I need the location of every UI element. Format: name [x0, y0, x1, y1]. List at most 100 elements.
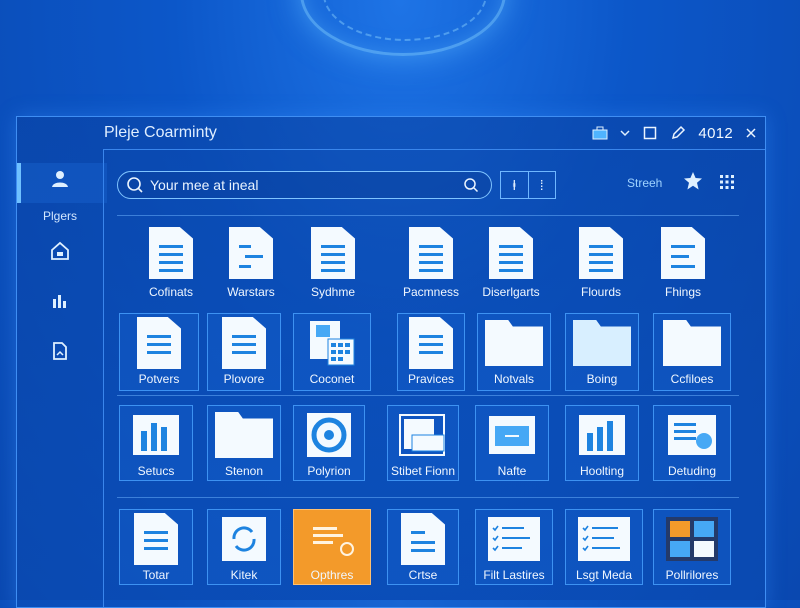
file-tile[interactable]: Nafte	[475, 405, 549, 481]
spreadsheet-icon	[310, 321, 355, 366]
file-tile-label: Crtse	[408, 568, 438, 582]
view-toggle-button-2[interactable]: ⁞	[529, 172, 556, 198]
file-tile-label: Pacmness	[402, 285, 460, 299]
file-tile-label: Pravices	[407, 372, 454, 386]
file-tile-label: Fhings	[664, 285, 702, 299]
file-tile[interactable]: Hoolting	[565, 405, 639, 481]
file-tile-label: Lsgt Meda	[575, 568, 633, 582]
file-tile-label: Nafte	[497, 464, 527, 478]
sidebar: Plgers	[17, 149, 107, 607]
file-tile[interactable]: Flourds	[563, 227, 639, 305]
view-toggle-group: ⱡ ⁞	[500, 171, 556, 199]
file-tile-label: Hoolting	[579, 464, 625, 478]
grid-view-icon[interactable]	[719, 174, 735, 190]
sidebar-item-label: Plgers	[42, 209, 77, 223]
window-title: Pleje Coarminty	[104, 124, 217, 141]
counter-value: 4012	[698, 124, 733, 142]
document-icon	[579, 227, 623, 279]
file-tile-highlighted[interactable]: Opthres	[293, 509, 371, 585]
sidebar-item-chart[interactable]	[17, 291, 103, 316]
file-tile[interactable]: Warstars	[213, 227, 289, 305]
divider	[117, 395, 739, 396]
file-tile[interactable]: Pravices	[397, 313, 465, 391]
document-stack-icon	[668, 415, 716, 455]
file-tile-label: Filt Lastires	[483, 568, 545, 582]
image-icon	[489, 416, 535, 454]
file-tile[interactable]: Detuding	[653, 405, 731, 481]
settings-doc-icon	[313, 527, 354, 556]
document-icon	[409, 317, 453, 369]
search-field[interactable]: Your mee at ineal	[117, 171, 492, 199]
file-tile[interactable]: Fhings	[645, 227, 721, 305]
file-tile-label: Pollrilores	[665, 568, 719, 582]
file-tile[interactable]: Kitek	[207, 509, 281, 585]
file-tile-label: Boing	[586, 372, 618, 386]
file-tile[interactable]: Cofinats	[133, 227, 209, 305]
chevron-down-icon[interactable]	[620, 125, 630, 141]
titlebar-controls: 4012	[592, 125, 757, 142]
sidebar-item-home[interactable]	[17, 241, 103, 266]
toolbar: Your mee at ineal ⱡ ⁞ Streeh	[117, 171, 745, 199]
file-tile-label: Kitek	[230, 568, 258, 582]
search-icon	[127, 177, 143, 193]
file-tile[interactable]: Potvers	[119, 313, 199, 391]
form-icon	[399, 414, 445, 456]
file-tile[interactable]: Plovore	[207, 313, 281, 391]
close-icon[interactable]	[745, 125, 757, 141]
document-icon	[229, 227, 273, 279]
file-tile[interactable]: Diserlgarts	[473, 227, 549, 305]
view-toggle-button-1[interactable]: ⱡ	[501, 172, 529, 198]
file-tile-label: Stenon	[224, 464, 264, 478]
checklist-icon	[488, 517, 540, 561]
file-tile-label: Detuding	[667, 464, 717, 478]
file-tile[interactable]: Polyrion	[293, 405, 365, 481]
document-icon	[137, 317, 181, 369]
document-icon	[489, 227, 533, 279]
search-submit-icon[interactable]	[463, 177, 479, 193]
file-tile[interactable]: Sydhme	[295, 227, 371, 305]
file-tile[interactable]: Totar	[119, 509, 193, 585]
file-tile[interactable]: Filt Lastires	[475, 509, 553, 585]
file-tile[interactable]: Setucs	[119, 405, 193, 481]
file-tile-label: Notvals	[493, 372, 534, 386]
file-tile[interactable]: Stenon	[207, 405, 281, 481]
document-icon	[134, 513, 178, 565]
bar-chart-icon	[133, 415, 179, 455]
file-tile[interactable]: Crtse	[387, 509, 459, 585]
folder-tile[interactable]: Notvals	[477, 313, 551, 391]
file-tile-label: Coconet	[309, 372, 355, 386]
document-icon	[149, 227, 193, 279]
file-tile[interactable]: Lsgt Meda	[565, 509, 643, 585]
file-tile-label: Polyrion	[307, 464, 351, 478]
folder-icon	[573, 320, 631, 366]
document-icon	[409, 227, 453, 279]
divider	[117, 215, 739, 216]
checklist-icon	[578, 517, 630, 561]
file-tile-label: Stibet Fionn	[390, 464, 456, 478]
file-tile-label: Totar	[142, 568, 170, 582]
stretch-label[interactable]: Streeh	[627, 176, 662, 190]
pencil-icon[interactable]	[670, 125, 686, 141]
search-input[interactable]: Your mee at ineal	[150, 177, 463, 193]
file-tile[interactable]: Stibet Fionn	[387, 405, 459, 481]
user-icon	[52, 171, 68, 187]
file-tile-label: Setucs	[137, 464, 175, 478]
sidebar-item-document[interactable]	[17, 341, 103, 366]
file-tile-label: Flourds	[580, 285, 621, 299]
sync-icon	[222, 517, 266, 561]
square-icon[interactable]	[642, 125, 658, 141]
star-icon[interactable]	[683, 171, 703, 191]
file-tile-label: Diserlgarts	[482, 285, 540, 299]
folder-icon	[485, 320, 543, 366]
document-icon	[222, 317, 266, 369]
folder-tile[interactable]: Ccfiloes	[653, 313, 731, 391]
sidebar-item-user[interactable]	[17, 169, 103, 194]
file-tile[interactable]: Pollrilores	[653, 509, 731, 585]
document-icon	[53, 342, 67, 360]
file-tile-label: Ccfiloes	[670, 372, 714, 386]
file-tile[interactable]: Pacmness	[393, 227, 469, 305]
bar-chart-icon	[579, 415, 625, 455]
briefcase-icon[interactable]	[592, 125, 608, 141]
file-tile[interactable]: Coconet	[293, 313, 371, 391]
folder-tile[interactable]: Boing	[565, 313, 639, 391]
